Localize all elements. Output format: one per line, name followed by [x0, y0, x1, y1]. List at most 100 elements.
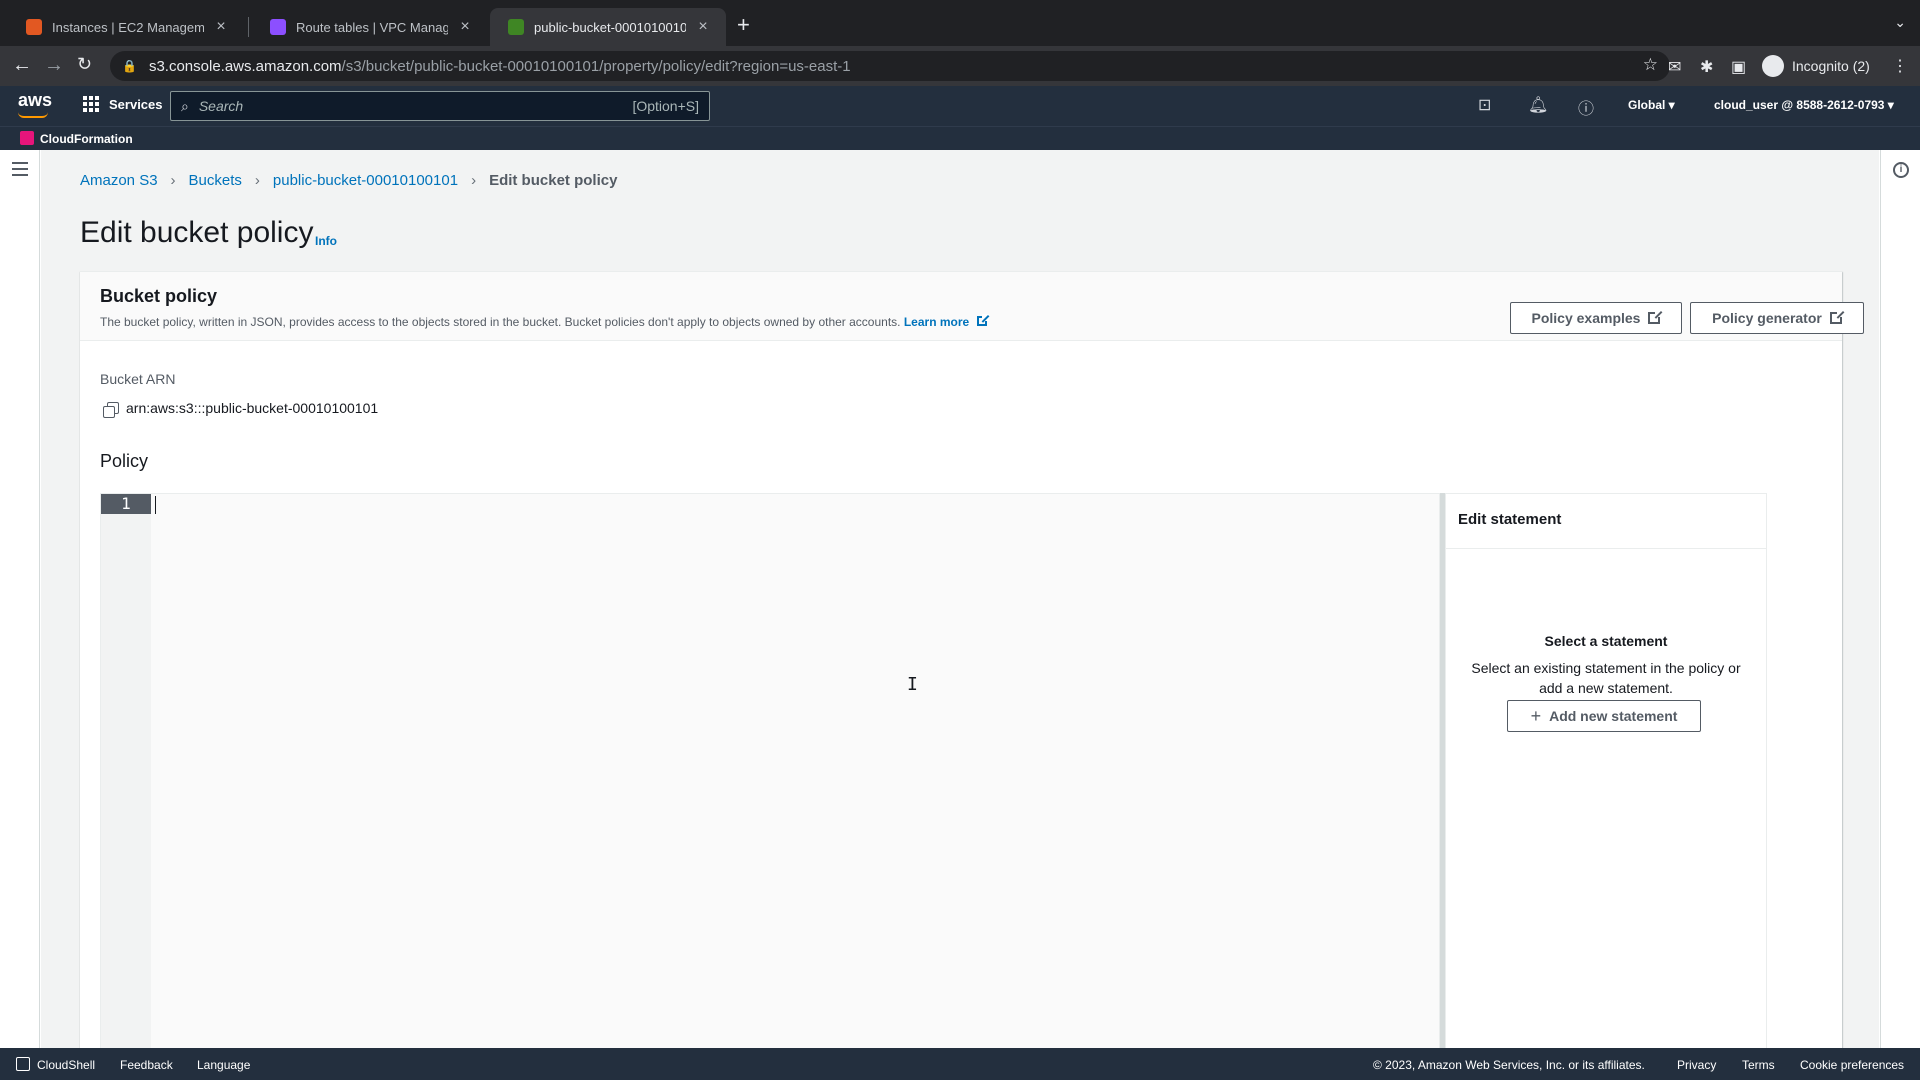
help-icon[interactable]: ⓘ: [1578, 95, 1594, 119]
info-panel-icon[interactable]: i: [1893, 162, 1909, 178]
bookmark-star-icon[interactable]: ☆: [1643, 55, 1658, 75]
chevron-right-icon: ›: [170, 172, 176, 189]
add-new-statement-button[interactable]: + Add new statement: [1507, 700, 1701, 732]
close-tab-icon[interactable]: ×: [456, 18, 474, 36]
aws-smile-icon: [18, 112, 48, 118]
breadcrumb-buckets[interactable]: Buckets: [189, 172, 242, 189]
address-bar[interactable]: 🔒 s3.console.aws.amazon.com/s3/bucket/pu…: [110, 51, 1670, 81]
aws-logo-text: aws: [18, 90, 53, 110]
learn-more-label: Learn more: [903, 315, 970, 329]
incognito-profile-button[interactable]: Incognito (2): [1762, 51, 1870, 81]
bucket-arn-label: Bucket ARN: [100, 371, 176, 387]
footer-language-link[interactable]: Language: [197, 1058, 250, 1072]
url-path: /s3/bucket/public-bucket-00010100101/pro…: [341, 57, 851, 75]
footer-cookie-preferences-link[interactable]: Cookie preferences: [1800, 1058, 1904, 1072]
empty-state-description: Select an existing statement in the poli…: [1471, 660, 1741, 696]
editor-gutter: 1: [101, 494, 151, 1050]
reload-icon[interactable]: ↻: [77, 54, 92, 75]
chevron-right-icon: ›: [254, 172, 260, 189]
policy-label: Policy: [100, 451, 149, 471]
external-link-icon: [1829, 310, 1844, 324]
panel-header: Bucket policy The bucket policy, written…: [80, 272, 1864, 341]
aws-logo[interactable]: aws: [18, 90, 53, 118]
text-caret: [155, 496, 156, 514]
policy-examples-label: Policy examples: [1531, 310, 1641, 326]
policy-json-editor[interactable]: 1 I: [100, 493, 1440, 1050]
new-tab-icon[interactable]: +: [737, 12, 750, 38]
panel-description: The bucket policy, written in JSON, prov…: [100, 314, 990, 329]
close-tab-icon[interactable]: ×: [212, 18, 230, 36]
browser-tab-s3[interactable]: public-bucket-00010100101 - ×: [490, 8, 726, 46]
edit-statement-panel: Edit statement Select a statement Select…: [1445, 493, 1767, 1049]
extensions-puzzle-icon[interactable]: ✱: [1700, 57, 1713, 77]
right-rail: i: [1880, 150, 1920, 1048]
footer-privacy-link[interactable]: Privacy: [1677, 1058, 1716, 1072]
empty-state-title: Select a statement: [1544, 633, 1668, 649]
tab-title: public-bucket-00010100101 -: [534, 19, 686, 35]
cloudshell-footer-icon: [16, 1057, 30, 1071]
footer-cloudshell-link[interactable]: CloudShell: [37, 1058, 95, 1072]
copy-icon[interactable]: [103, 402, 119, 418]
incognito-icon: [1762, 55, 1784, 77]
edit-statement-header: Edit statement: [1446, 494, 1766, 549]
page-title: Edit bucket policy: [80, 216, 314, 249]
console-footer: CloudShell Feedback Language © 2023, Ama…: [0, 1048, 1920, 1080]
cloudshell-icon[interactable]: ⊡: [1478, 95, 1491, 115]
url-host: s3.console.aws.amazon.com: [148, 57, 342, 75]
services-menu-button[interactable]: Services: [83, 96, 163, 112]
line-number: 1: [101, 494, 151, 514]
policy-generator-label: Policy generator: [1712, 310, 1822, 326]
main-content: Amazon S3 › Buckets › public-bucket-0001…: [41, 150, 1879, 1050]
profile-label: Incognito (2): [1792, 58, 1870, 74]
footer-copyright: © 2023, Amazon Web Services, Inc. or its…: [1373, 1058, 1645, 1072]
panel-title: Bucket policy: [100, 286, 218, 306]
browser-tab-ec2[interactable]: Instances | EC2 Management C ×: [8, 8, 244, 46]
favorites-bar: CloudFormation: [0, 126, 1920, 150]
browser-toolbar: ← → ↻ 🔒 s3.console.aws.amazon.com/s3/buc…: [0, 46, 1920, 86]
region-selector[interactable]: Global ▾: [1628, 98, 1675, 112]
aws-top-nav: aws Services ⌕ Search [Option+S] ⊡ 🔔︎ ⓘ …: [0, 86, 1920, 126]
mouse-ibeam-cursor-icon: I: [907, 674, 918, 695]
external-link-icon: [1648, 310, 1663, 324]
services-label: Services: [109, 96, 163, 112]
breadcrumb-bucket-name[interactable]: public-bucket-00010100101: [273, 172, 458, 189]
back-arrow-icon[interactable]: ←: [12, 54, 32, 77]
aws-search-input[interactable]: ⌕ Search [Option+S]: [170, 91, 710, 121]
chevron-right-icon: ›: [471, 172, 477, 189]
bucket-policy-panel: Bucket policy The bucket policy, written…: [80, 271, 1864, 1050]
left-rail: [0, 150, 40, 1048]
tab-search-chevron-icon[interactable]: ⌄: [1894, 14, 1906, 31]
extension-mail-icon[interactable]: ✉: [1668, 57, 1681, 77]
forward-arrow-icon[interactable]: →: [44, 54, 64, 77]
side-panel-icon[interactable]: ▣: [1731, 57, 1746, 77]
policy-examples-button[interactable]: Policy examples: [1510, 302, 1682, 334]
tab-separator: [248, 17, 249, 37]
search-shortcut-hint: [Option+S]: [632, 98, 699, 114]
browser-tab-vpc[interactable]: Route tables | VPC Manageme ×: [252, 8, 488, 46]
account-menu[interactable]: cloud_user @ 8588-2612-0793 ▾: [1714, 98, 1894, 112]
search-icon: ⌕: [181, 97, 189, 114]
vpc-favicon-icon: [270, 19, 286, 35]
bucket-arn-value: arn:aws:s3:::public-bucket-00010100101: [126, 400, 379, 416]
breadcrumb: Amazon S3 › Buckets › public-bucket-0001…: [80, 172, 617, 189]
footer-terms-link[interactable]: Terms: [1742, 1058, 1775, 1072]
notifications-bell-icon[interactable]: 🔔︎: [1528, 95, 1548, 115]
s3-favicon-icon: [508, 19, 524, 35]
browser-menu-icon[interactable]: ⋮: [1892, 56, 1908, 76]
add-new-statement-label: Add new statement: [1549, 708, 1678, 724]
lock-icon: 🔒: [122, 59, 137, 73]
learn-more-link[interactable]: Learn more: [903, 314, 990, 329]
info-link[interactable]: Info: [315, 234, 337, 248]
browser-tab-strip: Instances | EC2 Management C × Route tab…: [0, 0, 1920, 46]
footer-feedback-link[interactable]: Feedback: [120, 1058, 173, 1072]
plus-icon: +: [1530, 706, 1542, 726]
hamburger-menu-icon[interactable]: [12, 162, 28, 180]
services-grid-icon: [83, 96, 99, 112]
breadcrumb-amazon-s3[interactable]: Amazon S3: [80, 172, 158, 189]
favorite-cloudformation-link[interactable]: CloudFormation: [40, 132, 133, 146]
close-tab-icon[interactable]: ×: [694, 18, 712, 36]
breadcrumb-current: Edit bucket policy: [489, 172, 618, 189]
tab-title: Route tables | VPC Manageme: [296, 19, 448, 35]
policy-generator-button[interactable]: Policy generator: [1690, 302, 1864, 334]
external-link-icon: [977, 314, 990, 326]
